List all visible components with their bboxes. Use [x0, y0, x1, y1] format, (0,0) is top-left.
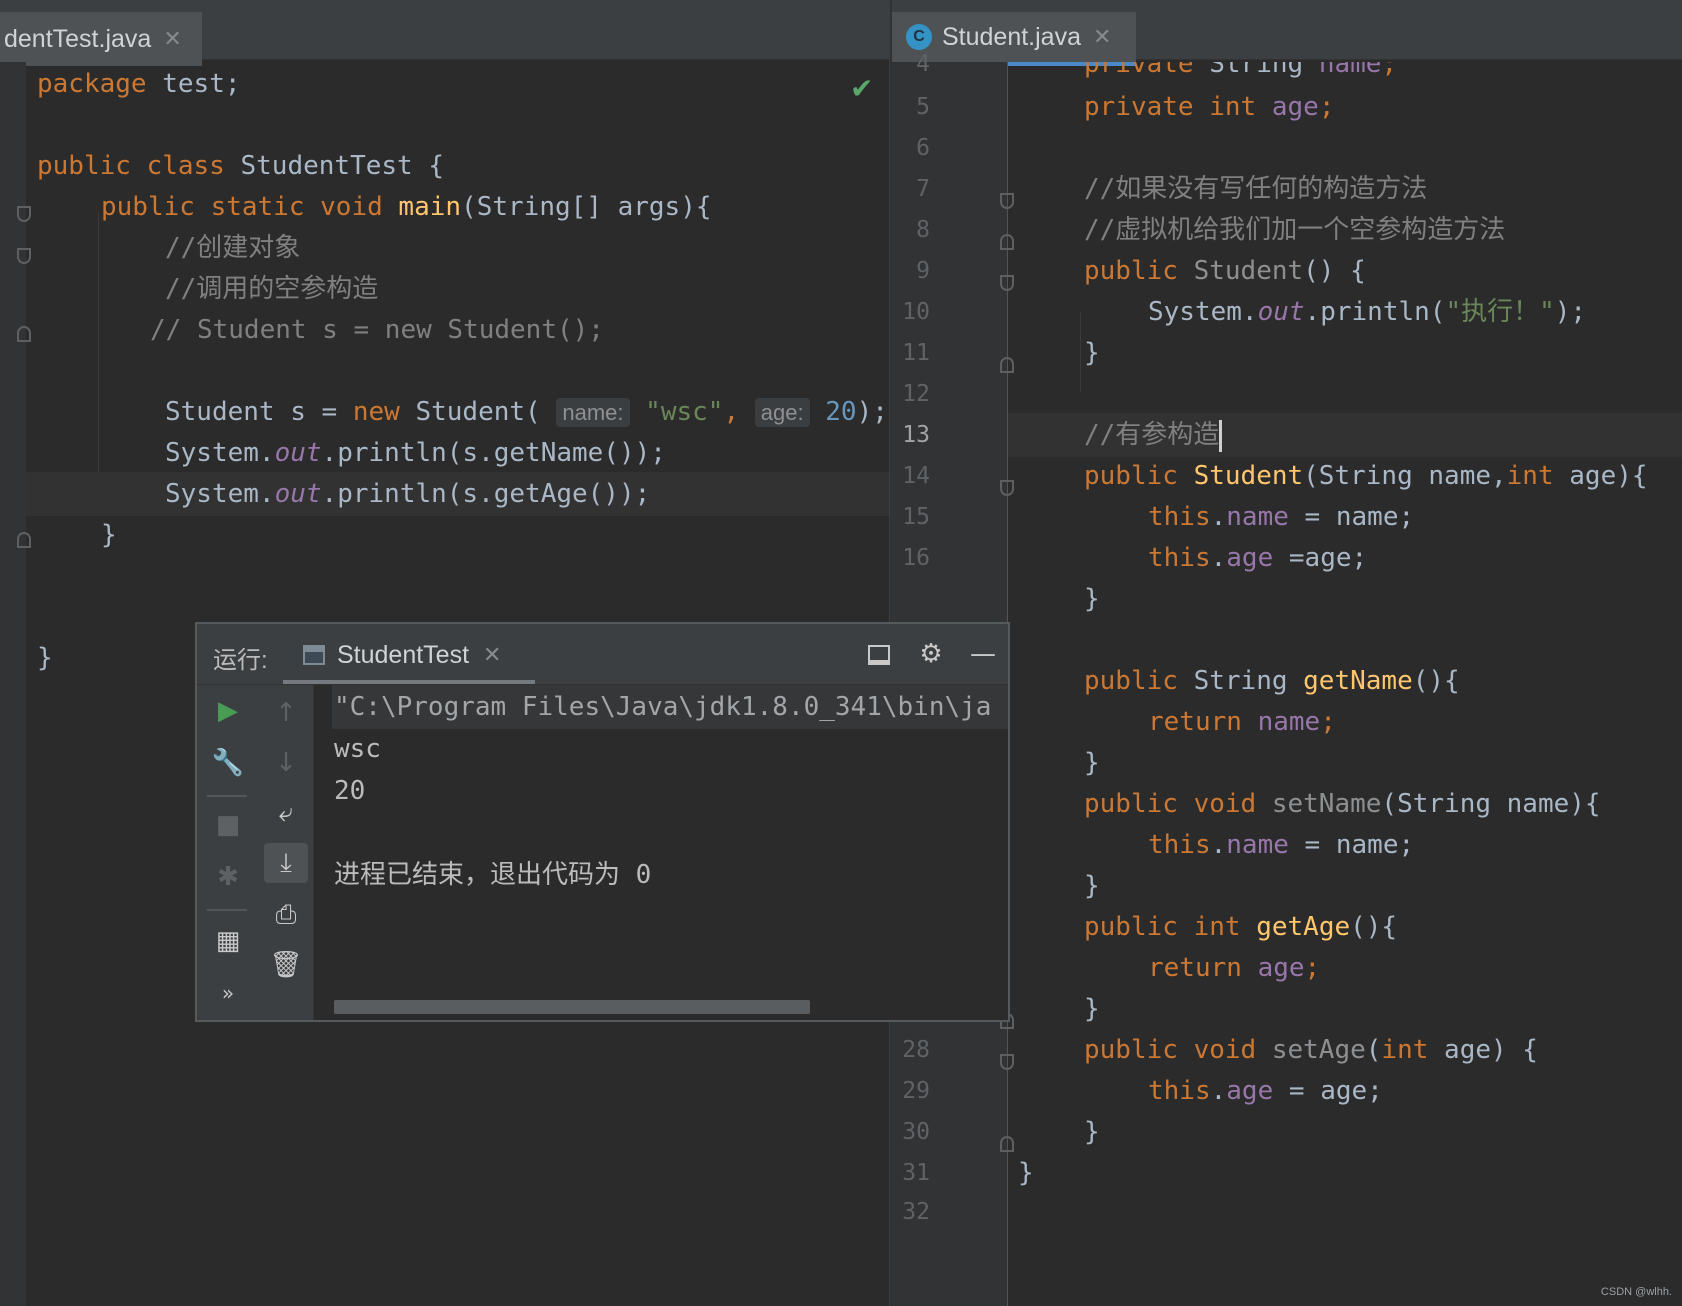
code-line: public Student(String name,int age){ [1084, 461, 1648, 491]
code-line: public class StudentTest { [37, 151, 444, 181]
arrow-up-icon[interactable]: ↑ [266, 693, 306, 733]
run-toolbar-primary: ▶ 🔧 ■ ✱ ▦ » [197, 685, 260, 1020]
code-line: } [101, 520, 117, 550]
run-tab-studenttest[interactable]: StudentTest ✕ [283, 630, 535, 684]
close-icon[interactable]: ✕ [483, 642, 501, 668]
code-line: } [1018, 1158, 1034, 1188]
code-line: public Student() { [1084, 256, 1366, 286]
code-line: public void setName(String name){ [1084, 789, 1601, 819]
code-line: } [1084, 1117, 1100, 1147]
code-line: } [1084, 871, 1100, 901]
rerun-icon[interactable]: ▶ [208, 691, 248, 731]
debug-settings-icon[interactable]: ✱ [208, 857, 248, 897]
console-exit-message: 进程已结束，退出代码为 0 [334, 860, 652, 890]
close-icon[interactable]: ✕ [1093, 24, 1111, 50]
param-hint: name: [556, 398, 630, 427]
code-line-current: //有参构造 [1008, 413, 1682, 457]
text-caret [1219, 419, 1223, 452]
code-line: return name; [1148, 707, 1336, 737]
code-line: public void setAge(int age) { [1084, 1035, 1538, 1065]
code-line: //如果没有写任何的构造方法 [1084, 174, 1428, 204]
tab-label: dentTest.java [4, 24, 152, 53]
run-header: 运行: StudentTest ✕ ⚙ — [197, 624, 1008, 685]
code-line: public int getAge(){ [1084, 912, 1398, 942]
param-hint: age: [754, 398, 810, 427]
console-output[interactable]: "C:\Program Files\Java\jdk1.8.0_341\bin\… [314, 685, 1008, 1020]
code-line-current: System.out.println(s.getAge()); [26, 472, 890, 516]
run-toolbar-secondary: ↑ ↓ ⤶ ⤓ ⎙ 🗑 [259, 685, 314, 1020]
layout-icon[interactable] [861, 636, 897, 672]
code-area-right[interactable]: private String name; private int age; //… [892, 62, 1682, 1306]
code-line: } [1084, 748, 1100, 778]
minimize-icon[interactable]: — [965, 636, 1001, 672]
editor-tabbar-right: C Student.java ✕ [892, 0, 1682, 66]
code-line: return age; [1148, 953, 1321, 983]
close-icon[interactable]: ✕ [163, 26, 181, 52]
watermark: CSDN @wlhh. [1600, 1286, 1672, 1298]
gear-icon[interactable]: ⚙ [913, 636, 949, 672]
code-line: } [1084, 994, 1100, 1024]
print-icon[interactable]: ⎙ [266, 895, 306, 935]
stop-icon[interactable]: ■ [208, 805, 248, 845]
editor-tabbar-left: dentTest.java ✕ [0, 0, 890, 66]
code-line: public String getName(){ [1084, 666, 1460, 696]
code-line: } [1084, 338, 1100, 368]
code-line: public static void main(String[] args){ [101, 192, 712, 222]
code-line: this.name = name; [1148, 830, 1415, 860]
code-line: private int age; [1084, 92, 1335, 122]
scroll-to-end-icon[interactable]: ⤓ [264, 843, 308, 883]
tab-label: Student.java [942, 22, 1081, 51]
console-command-line: "C:\Program Files\Java\jdk1.8.0_341\bin\… [332, 685, 1008, 729]
code-line: } [1084, 584, 1100, 614]
tab-studenttest-java[interactable]: dentTest.java ✕ [0, 12, 202, 66]
trash-icon[interactable]: 🗑 [266, 945, 306, 985]
code-line: this.name = name; [1148, 502, 1415, 532]
soft-wrap-icon[interactable]: ⤶ [266, 793, 306, 833]
code-line: //创建对象 [165, 233, 301, 263]
code-line: this.age =age; [1148, 543, 1368, 573]
arrow-down-icon[interactable]: ↓ [266, 743, 306, 783]
run-tab-label: StudentTest [337, 640, 470, 669]
code-line: Student s = new Student( name: "wsc", ag… [165, 397, 888, 427]
code-line: System.out.println("执行！"); [1148, 297, 1587, 327]
code-line: //虚拟机给我们加一个空参构造方法 [1084, 215, 1506, 245]
more-icon[interactable]: » [208, 973, 248, 1013]
wrench-icon[interactable]: 🔧 [208, 743, 248, 783]
console-output-line: 20 [334, 776, 366, 806]
code-line: //调用的空参构造 [165, 274, 379, 304]
console-icon [303, 645, 325, 665]
editor-right: C Student.java ✕ 4 5 6 7 8 9 10 11 12 13… [892, 0, 1682, 1306]
restore-layout-icon[interactable]: ▦ [208, 921, 248, 961]
code-line: System.out.println(s.getName()); [165, 438, 666, 468]
code-line: private String name; [1084, 62, 1398, 79]
code-line: // Student s = new Student(); [150, 315, 604, 345]
code-line: this.age = age; [1148, 1076, 1383, 1106]
run-label: 运行: [213, 647, 268, 674]
run-tool-window: 运行: StudentTest ✕ ⚙ — ▶ 🔧 ■ ✱ ▦ » ↑ ↓ ⤶ … [195, 622, 1010, 1022]
console-output-line: wsc [334, 734, 381, 764]
code-line: package test; [37, 69, 241, 99]
horizontal-scrollbar[interactable] [334, 1000, 810, 1014]
